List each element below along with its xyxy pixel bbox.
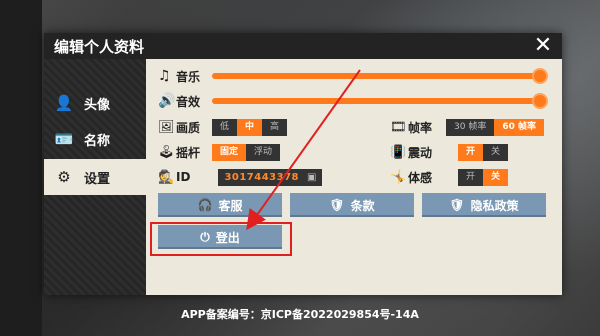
footer-icp-text: APP备案编号：京ICP备2022029854号-14A <box>181 308 419 321</box>
annotation-arrow <box>246 69 361 231</box>
